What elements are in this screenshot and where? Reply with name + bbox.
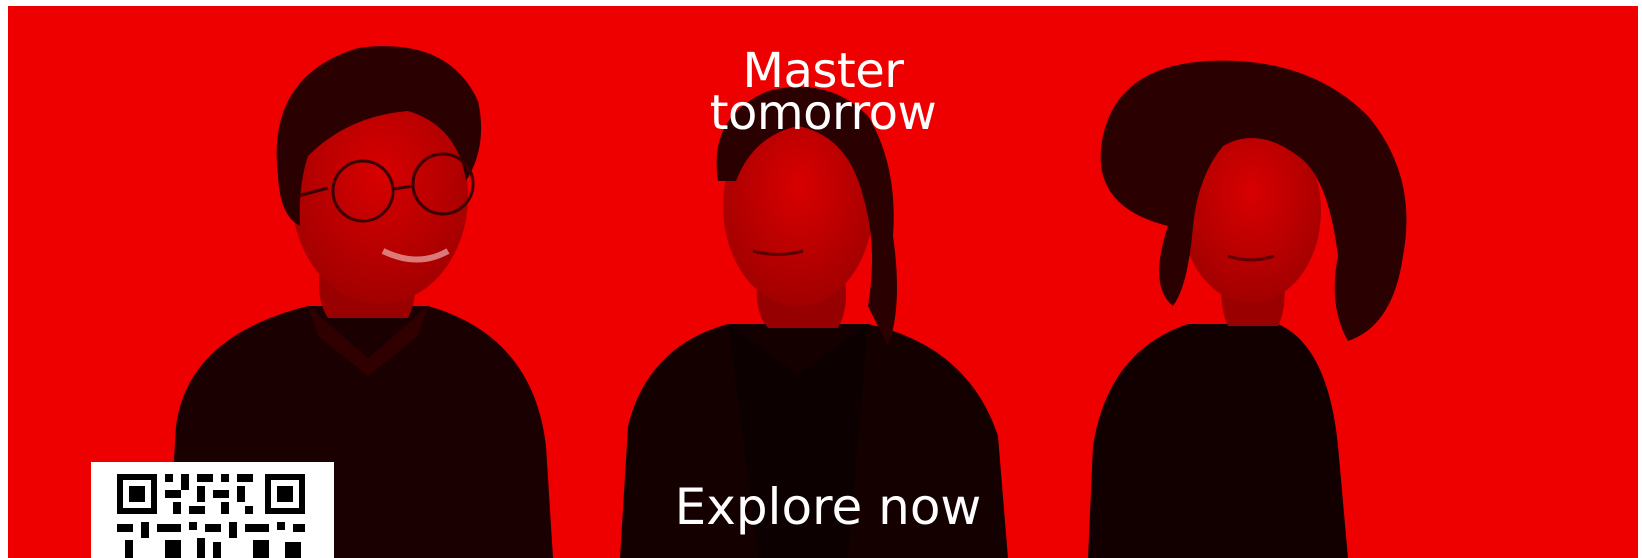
explore-now-button[interactable]: Explore now [663, 478, 993, 536]
qr-code[interactable] [91, 462, 334, 558]
person-right-figure [1088, 60, 1407, 558]
qr-code-icon [91, 462, 334, 558]
